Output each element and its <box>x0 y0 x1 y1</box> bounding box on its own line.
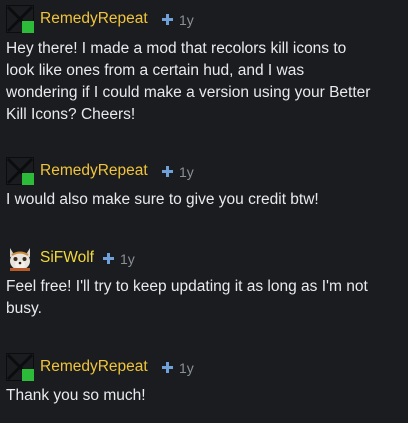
comment-line: wondering if I could make a version usin… <box>6 84 371 101</box>
plus-badge-icon <box>103 253 114 264</box>
comment-body: Hey there! I made a mod that recolors ki… <box>6 38 402 126</box>
comment-header: RemedyRepeat 1y <box>0 5 408 33</box>
comment-line: I would also make sure to give you credi… <box>6 191 319 208</box>
comment-line: Feel free! I'll try to keep updating it … <box>6 278 368 295</box>
username[interactable]: RemedyRepeat <box>40 357 148 377</box>
comment-header: RemedyRepeat 1y <box>0 353 408 381</box>
comment-line: Hey there! I made a mod that recolors ki… <box>6 40 347 57</box>
username[interactable]: RemedyRepeat <box>40 9 148 29</box>
comment-body: I would also make sure to give you credi… <box>6 189 402 211</box>
comment-header: SiFWolf 1y <box>0 244 408 272</box>
comment-line: Kill Icons? Cheers! <box>6 106 136 123</box>
comment-body: Feel free! I'll try to keep updating it … <box>6 276 402 320</box>
comment-age[interactable]: 1y <box>179 162 194 182</box>
comment-age[interactable]: 1y <box>179 10 194 30</box>
comment-age[interactable]: 1y <box>179 358 194 378</box>
comment-body: Thank you so much! <box>6 385 402 407</box>
plus-badge-icon <box>162 14 173 25</box>
username[interactable]: SiFWolf <box>40 248 94 268</box>
broken-avatar-icon[interactable] <box>6 157 34 185</box>
wolf-avatar-icon[interactable] <box>6 244 34 272</box>
broken-avatar-icon[interactable] <box>6 5 34 33</box>
broken-avatar-icon[interactable] <box>6 353 34 381</box>
comment-line: busy. <box>6 300 42 317</box>
comment-header: RemedyRepeat 1y <box>0 157 408 185</box>
username[interactable]: RemedyRepeat <box>40 161 148 181</box>
plus-badge-icon <box>162 362 173 373</box>
comment-line: Thank you so much! <box>6 387 146 404</box>
plus-badge-icon <box>162 166 173 177</box>
comment-age[interactable]: 1y <box>120 249 135 269</box>
comment-line: look like ones from a certain hud, and I… <box>6 62 305 79</box>
